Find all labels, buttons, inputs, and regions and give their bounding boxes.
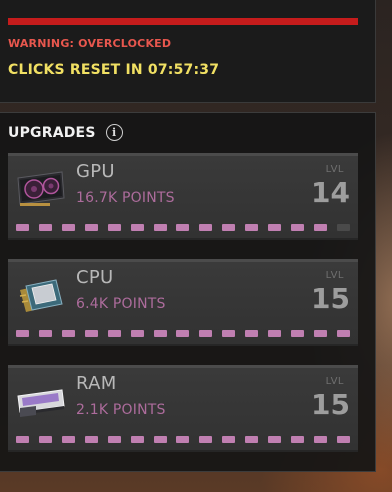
progress-segment	[222, 330, 236, 337]
level-progress-bar	[16, 436, 350, 443]
progress-segment	[153, 330, 167, 337]
upgrades-panel: UPGRADES i GPU 16.7K POINTS LVL 14 CPU 6…	[0, 112, 376, 472]
level-value: 15	[311, 388, 350, 421]
progress-segment	[336, 436, 350, 443]
progress-segment	[291, 224, 305, 231]
overclock-warning-bar	[8, 18, 358, 25]
status-panel: WARNING: OVERCLOCKED CLICKS RESET IN 07:…	[0, 0, 376, 103]
upgrades-title: UPGRADES	[8, 124, 96, 141]
level-value: 14	[311, 176, 350, 209]
progress-segment	[176, 224, 190, 231]
upgrade-name: CPU	[76, 267, 114, 288]
warning-text: WARNING: OVERCLOCKED	[8, 37, 172, 50]
progress-segment	[107, 436, 121, 443]
progress-segment	[336, 224, 350, 231]
upgrade-card-cpu[interactable]: CPU 6.4K POINTS LVL 15	[8, 259, 358, 346]
progress-segment	[313, 436, 327, 443]
upgrade-points: 6.4K POINTS	[76, 296, 166, 312]
upgrade-points: 2.1K POINTS	[76, 402, 166, 418]
progress-segment	[268, 330, 282, 337]
progress-segment	[130, 330, 144, 337]
progress-segment	[313, 330, 327, 337]
progress-segment	[38, 224, 52, 231]
upgrade-points: 16.7K POINTS	[76, 190, 175, 206]
progress-segment	[176, 436, 190, 443]
progress-segment	[176, 330, 190, 337]
progress-segment	[107, 224, 121, 231]
progress-segment	[313, 224, 327, 231]
progress-segment	[268, 436, 282, 443]
progress-segment	[38, 330, 52, 337]
ram-stick-icon	[17, 389, 65, 417]
gpu-card-icon	[17, 171, 65, 206]
progress-segment	[84, 224, 98, 231]
level-label: LVL	[325, 376, 344, 387]
level-label: LVL	[325, 164, 344, 175]
progress-segment	[268, 224, 282, 231]
progress-segment	[336, 330, 350, 337]
progress-segment	[61, 330, 75, 337]
cpu-chip-icon	[19, 279, 63, 312]
progress-segment	[84, 436, 98, 443]
progress-segment	[16, 436, 29, 443]
progress-segment	[291, 436, 305, 443]
progress-segment	[245, 224, 259, 231]
upgrade-name: GPU	[76, 161, 115, 182]
progress-segment	[222, 224, 236, 231]
level-progress-bar	[16, 224, 350, 231]
progress-segment	[222, 436, 236, 443]
progress-segment	[245, 330, 259, 337]
progress-segment	[199, 436, 213, 443]
upgrades-header: UPGRADES i	[8, 124, 123, 141]
upgrade-card-ram[interactable]: RAM 2.1K POINTS LVL 15	[8, 365, 358, 452]
progress-segment	[291, 330, 305, 337]
progress-segment	[61, 224, 75, 231]
progress-segment	[153, 436, 167, 443]
progress-segment	[38, 436, 52, 443]
clicks-reset-timer: CLICKS RESET IN 07:57:37	[8, 62, 220, 78]
level-label: LVL	[325, 270, 344, 281]
progress-segment	[130, 224, 144, 231]
upgrade-card-gpu[interactable]: GPU 16.7K POINTS LVL 14	[8, 153, 358, 240]
level-value: 15	[311, 282, 350, 315]
progress-segment	[16, 224, 29, 231]
progress-segment	[107, 330, 121, 337]
progress-segment	[16, 330, 29, 337]
progress-segment	[199, 224, 213, 231]
info-icon[interactable]: i	[105, 124, 123, 141]
progress-segment	[84, 330, 98, 337]
progress-segment	[130, 436, 144, 443]
progress-segment	[245, 436, 259, 443]
progress-segment	[61, 436, 75, 443]
progress-segment	[199, 330, 213, 337]
upgrade-name: RAM	[76, 373, 117, 394]
progress-segment	[153, 224, 167, 231]
level-progress-bar	[16, 330, 350, 337]
